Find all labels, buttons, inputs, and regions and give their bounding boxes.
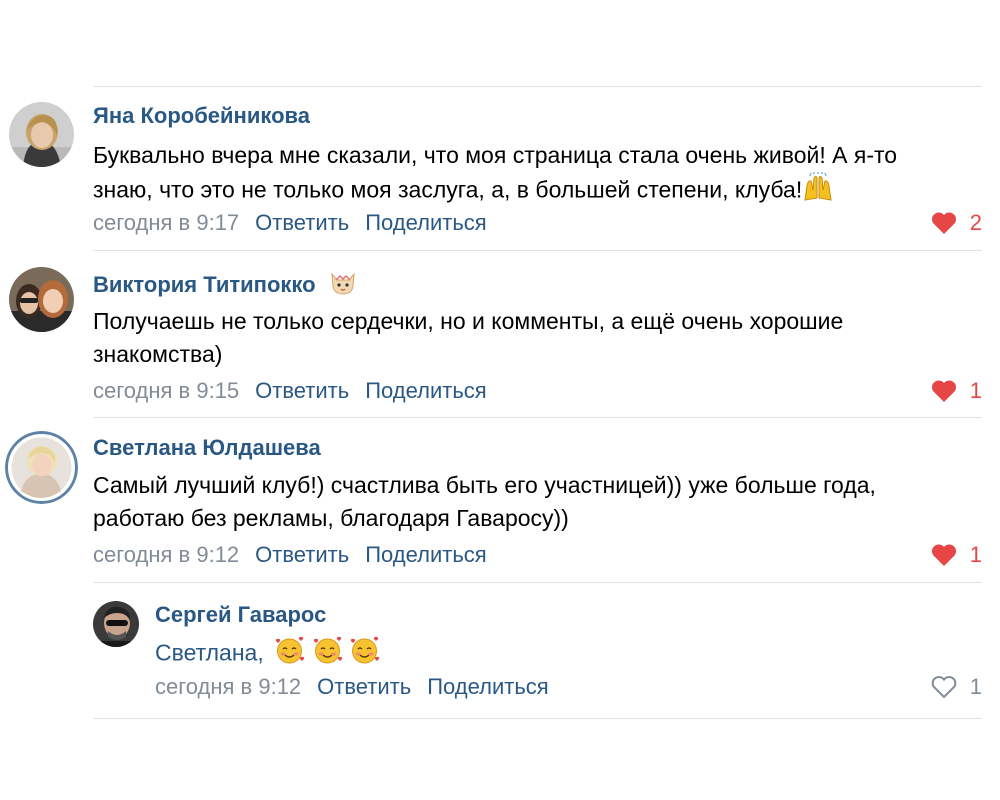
mention-link[interactable]: Светлана, <box>155 640 264 666</box>
comment-author[interactable]: Яна Коробейникова <box>93 103 310 129</box>
share-button[interactable]: Поделиться <box>427 674 548 700</box>
comment-author-wrap: Виктория Титипокко <box>93 270 358 302</box>
divider <box>93 250 982 251</box>
comment-text: Самый лучший клуб!) счастлива быть его у… <box>93 469 973 535</box>
like-button[interactable]: 1 <box>930 542 982 568</box>
like-button[interactable]: 1 <box>930 674 982 700</box>
reply-button[interactable]: Ответить <box>255 210 349 236</box>
like-button[interactable]: 2 <box>930 210 982 236</box>
comment-meta: сегодня в 9:12 Ответить Поделиться <box>155 674 549 700</box>
comment-meta: сегодня в 9:17 Ответить Поделиться <box>93 210 487 236</box>
comment-text: Буквально вчера мне сказали, что моя стр… <box>93 139 973 211</box>
avatar[interactable] <box>9 102 74 167</box>
comment-text-line: Получаешь не только сердечки, но и комме… <box>93 308 844 334</box>
smiling-face-with-hearts-emoji-icon <box>274 635 305 674</box>
smiling-face-with-hearts-emoji-icon <box>312 635 343 674</box>
comment-text-line: работаю без рекламы, благодаря Гаваросу)… <box>93 505 569 531</box>
heart-filled-icon <box>931 212 956 234</box>
like-count: 1 <box>969 542 982 567</box>
comment-author[interactable]: Сергей Гаварос <box>155 602 326 628</box>
comment-author[interactable]: Виктория Титипокко <box>93 272 316 297</box>
comment-text-line-wrap: знаю, что это не только моя заслуга, а, … <box>93 172 973 211</box>
like-button[interactable]: 1 <box>930 378 982 404</box>
divider <box>93 582 982 583</box>
comment-text-line: знакомства) <box>93 341 223 367</box>
share-button[interactable]: Поделиться <box>365 378 486 404</box>
comment-text: Светлана, <box>155 635 975 674</box>
avatar[interactable] <box>93 601 139 647</box>
share-button[interactable]: Поделиться <box>365 210 486 236</box>
comment-text-line: Буквально вчера мне сказали, что моя стр… <box>93 142 898 168</box>
comment-text: Получаешь не только сердечки, но и комме… <box>93 305 973 371</box>
raising-hands-emoji-icon <box>802 172 834 211</box>
avatar[interactable] <box>9 267 74 332</box>
reply-button[interactable]: Ответить <box>317 674 411 700</box>
heart-filled-icon <box>931 544 956 566</box>
heart-outline-icon <box>931 675 957 699</box>
comment-time[interactable]: сегодня в 9:15 <box>93 378 239 404</box>
comment-time[interactable]: сегодня в 9:12 <box>93 542 239 568</box>
heart-filled-icon <box>931 380 956 402</box>
cat-emoji-icon <box>328 270 358 302</box>
avatar[interactable] <box>5 431 78 504</box>
divider-top <box>93 86 982 87</box>
comment-meta: сегодня в 9:15 Ответить Поделиться <box>93 378 487 404</box>
reply-button[interactable]: Ответить <box>255 378 349 404</box>
comment-meta: сегодня в 9:12 Ответить Поделиться <box>93 542 487 568</box>
comment-time[interactable]: сегодня в 9:17 <box>93 210 239 236</box>
divider <box>93 417 982 418</box>
smiling-face-with-hearts-emoji-icon <box>349 635 380 674</box>
like-count: 2 <box>969 210 982 235</box>
like-count: 1 <box>969 674 982 699</box>
like-count: 1 <box>969 378 982 403</box>
comment-text-line: знаю, что это не только моя заслуга, а, … <box>93 176 803 203</box>
divider-bottom <box>93 718 982 719</box>
comment-author[interactable]: Светлана Юлдашева <box>93 435 321 461</box>
comment-text-line: Самый лучший клуб!) счастлива быть его у… <box>93 472 876 498</box>
reply-button[interactable]: Ответить <box>255 542 349 568</box>
share-button[interactable]: Поделиться <box>365 542 486 568</box>
comment-time[interactable]: сегодня в 9:12 <box>155 674 301 700</box>
